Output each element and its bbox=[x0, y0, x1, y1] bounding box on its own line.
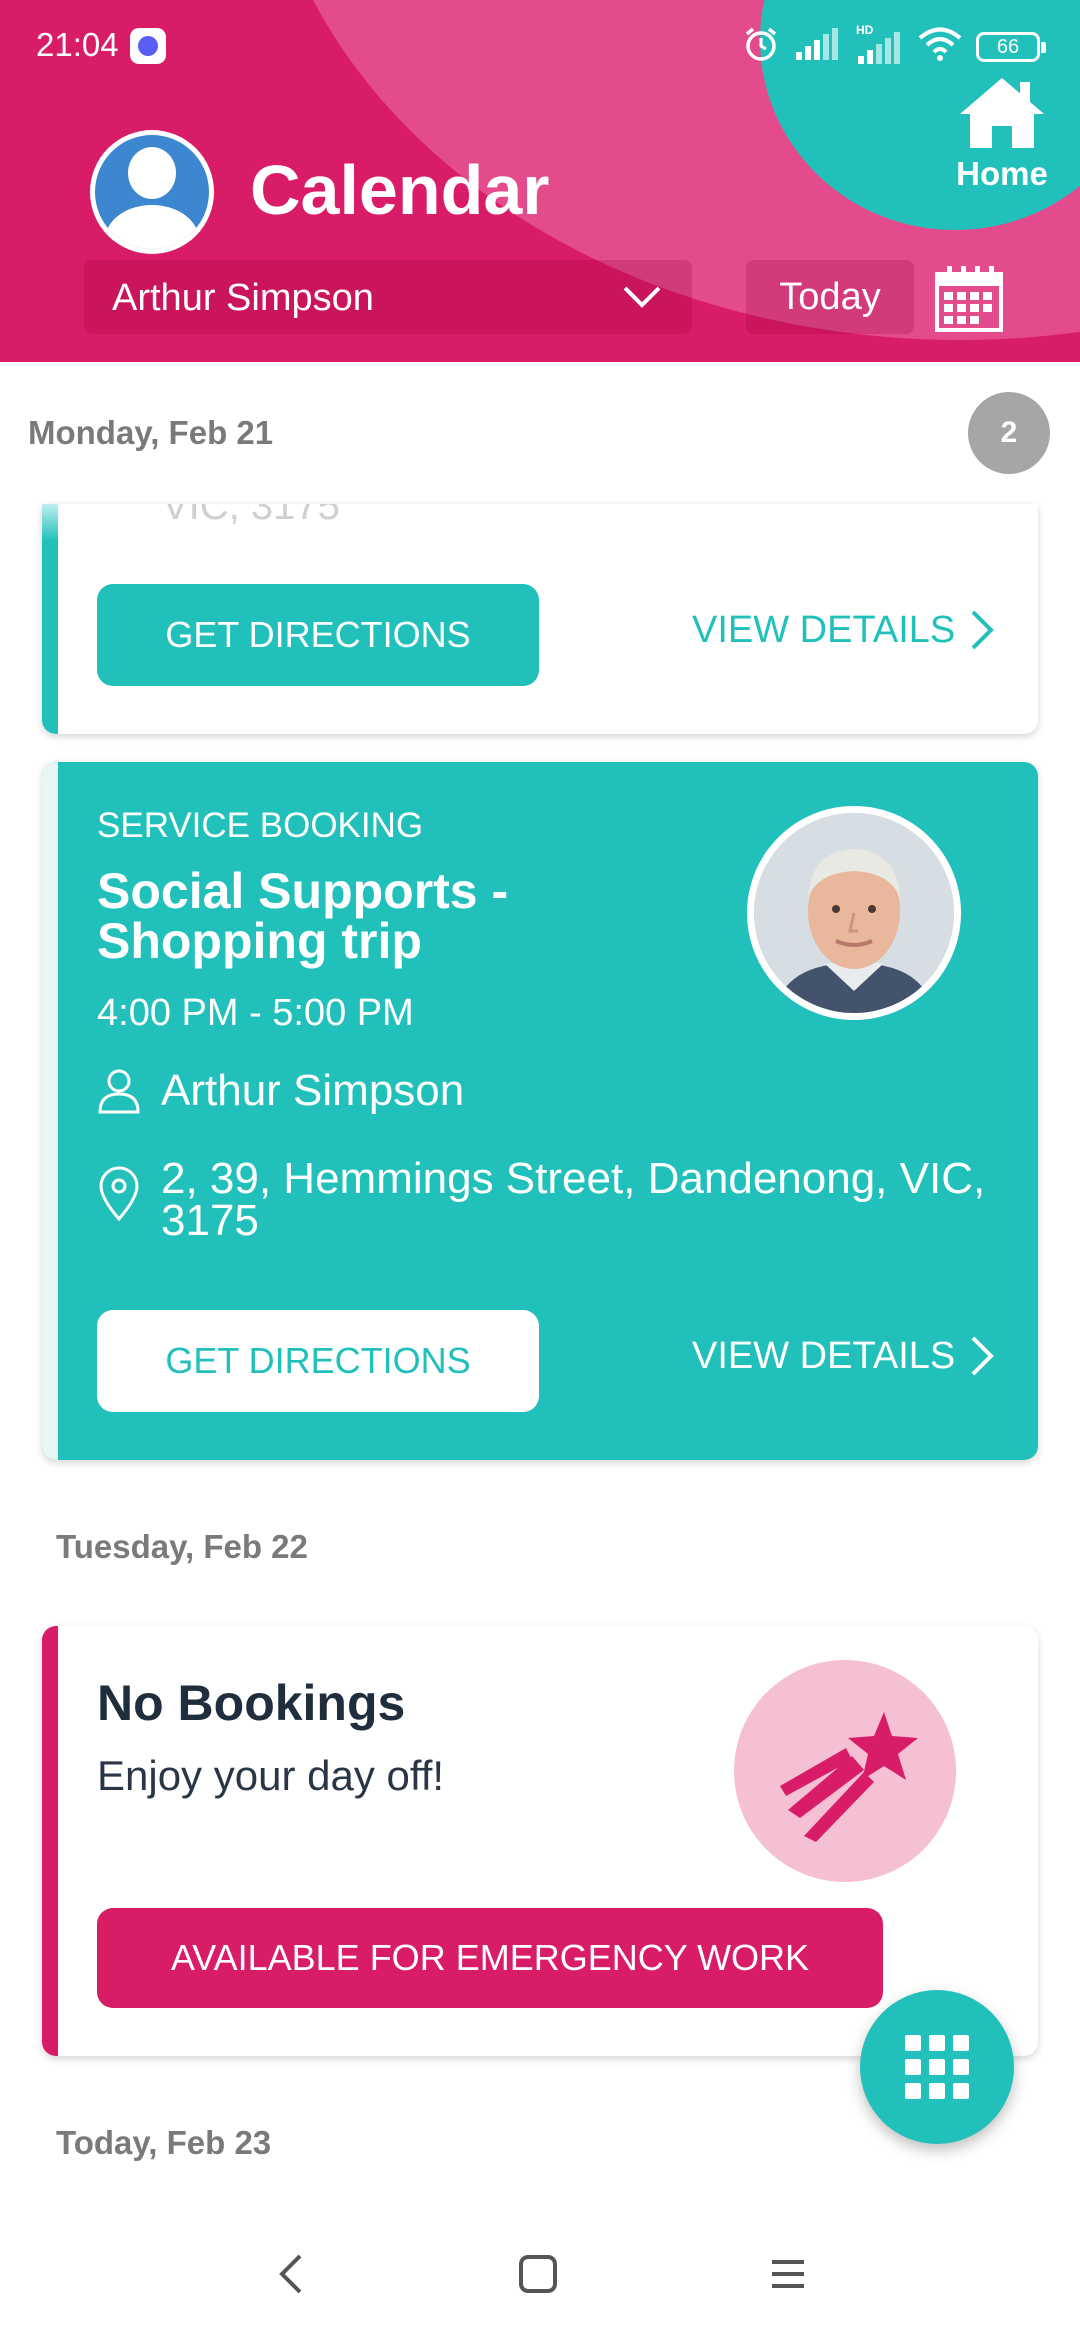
view-details-link[interactable]: VIEW DETAILS bbox=[692, 608, 995, 652]
booking-client: Arthur Simpson bbox=[97, 1066, 464, 1116]
address-text: 2, 39, Hemmings Street, Dandenong, VIC, … bbox=[161, 1154, 986, 1245]
svg-text:HD: HD bbox=[856, 24, 874, 37]
no-bookings-title: No Bookings bbox=[97, 1675, 406, 1731]
app-header: 21:04 HD 66 Home Calendar Arthur Simpson… bbox=[0, 0, 1080, 362]
booking-card-partial[interactable]: VIC, 3175 GET DIRECTIONS VIEW DETAILS bbox=[42, 504, 1038, 734]
wifi-icon bbox=[918, 27, 962, 66]
get-directions-button[interactable]: GET DIRECTIONS bbox=[97, 1310, 539, 1412]
user-avatar[interactable] bbox=[90, 130, 214, 254]
calendar-icon[interactable] bbox=[934, 264, 1004, 339]
card-stripe bbox=[42, 504, 58, 734]
alarm-icon bbox=[742, 25, 780, 68]
service-booking-card[interactable]: SERVICE BOOKING Social Supports - Shoppi… bbox=[42, 762, 1038, 1460]
no-bookings-card: No Bookings Enjoy your day off! AVAILABL… bbox=[42, 1626, 1038, 2056]
battery-icon: 66 bbox=[976, 31, 1046, 62]
system-nav-bar bbox=[0, 2210, 1080, 2340]
booking-time: 4:00 PM - 5:00 PM bbox=[97, 992, 414, 1034]
chevron-right-icon bbox=[971, 1336, 995, 1376]
available-emergency-work-button[interactable]: AVAILABLE FOR EMERGENCY WORK bbox=[97, 1908, 883, 2008]
no-bookings-subtitle: Enjoy your day off! bbox=[97, 1752, 445, 1799]
booking-address: 2, 39, Hemmings Street, Dandenong, VIC, … bbox=[97, 1154, 1021, 1245]
shooting-star-icon bbox=[734, 1660, 956, 1882]
get-directions-button[interactable]: GET DIRECTIONS bbox=[97, 584, 539, 686]
location-pin-icon bbox=[99, 1166, 139, 1222]
person-icon bbox=[98, 1069, 140, 1114]
view-details-link[interactable]: VIEW DETAILS bbox=[692, 1334, 995, 1378]
back-icon[interactable] bbox=[272, 2252, 312, 2301]
home-icon bbox=[960, 78, 1044, 148]
chevron-right-icon bbox=[971, 610, 995, 650]
messenger-icon bbox=[130, 28, 166, 64]
booking-title: Social Supports - Shopping trip bbox=[97, 863, 509, 969]
day-heading-tuesday: Tuesday, Feb 22 bbox=[56, 1528, 308, 1565]
client-photo bbox=[747, 806, 961, 1020]
home-nav-icon[interactable] bbox=[516, 2252, 560, 2301]
status-time: 21:04 bbox=[36, 26, 119, 63]
card-address-tail: VIC, 3175 bbox=[162, 504, 340, 528]
hd-signal-icon: HD bbox=[854, 23, 904, 69]
day-heading-today: Today, Feb 23 bbox=[56, 2124, 272, 2161]
home-button[interactable]: Home bbox=[948, 74, 1056, 193]
card-stripe bbox=[42, 762, 58, 1460]
view-details-label: VIEW DETAILS bbox=[692, 1334, 956, 1377]
status-bar: 21:04 HD 66 bbox=[0, 0, 1080, 92]
client-name: Arthur Simpson bbox=[161, 1066, 465, 1115]
recent-apps-icon[interactable] bbox=[768, 2252, 808, 2301]
view-details-label: VIEW DETAILS bbox=[692, 608, 956, 651]
page-title: Calendar bbox=[250, 151, 550, 229]
user-select-dropdown[interactable]: Arthur Simpson bbox=[84, 260, 692, 334]
status-icons: HD 66 bbox=[742, 23, 1046, 69]
day-heading-monday: Monday, Feb 21 bbox=[28, 414, 274, 451]
booking-count-badge: 2 bbox=[968, 392, 1050, 474]
signal-icon bbox=[794, 28, 840, 65]
booking-type: SERVICE BOOKING bbox=[97, 806, 424, 845]
chevron-down-icon bbox=[622, 278, 662, 319]
menu-grid-fab[interactable] bbox=[860, 1990, 1014, 2144]
grid-icon bbox=[905, 2035, 969, 2099]
selected-user: Arthur Simpson bbox=[112, 277, 374, 319]
card-stripe bbox=[42, 1626, 58, 2056]
home-label: Home bbox=[956, 155, 1048, 192]
today-button[interactable]: Today bbox=[746, 260, 914, 334]
